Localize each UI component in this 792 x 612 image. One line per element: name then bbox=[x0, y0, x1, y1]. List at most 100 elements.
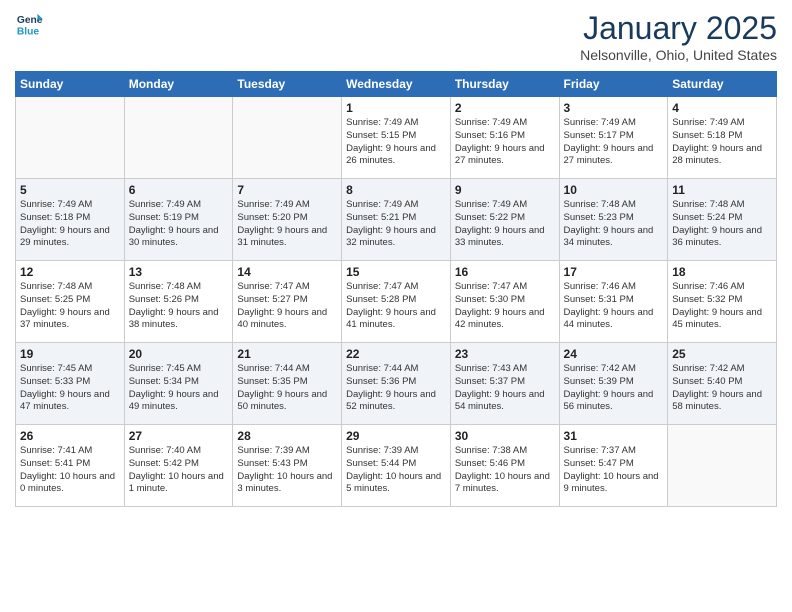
day-info: Sunrise: 7:40 AM Sunset: 5:42 PM Dayligh… bbox=[129, 445, 229, 496]
day-number: 6 bbox=[129, 183, 229, 197]
header-thursday: Thursday bbox=[450, 72, 559, 97]
calendar-row-3: 19 Sunrise: 7:45 AM Sunset: 5:33 PM Dayli… bbox=[16, 343, 777, 425]
calendar-header-row: Sunday Monday Tuesday Wednesday Thursday… bbox=[16, 72, 777, 97]
calendar-cell: 3Sunrise: 7:49 AM Sunset: 5:17 PM Daylig… bbox=[559, 97, 668, 179]
calendar-cell: 13 Sunrise: 7:48 AM Sunset: 5:26 PM Dayli… bbox=[124, 261, 233, 343]
day-info: Sunrise: 7:49 AM Sunset: 5:17 PM Dayligh… bbox=[564, 117, 664, 168]
calendar-cell: 29 Sunrise: 7:39 AM Sunset: 5:44 PM Dayli… bbox=[342, 425, 451, 507]
calendar-cell: 25 Sunrise: 7:42 AM Sunset: 5:40 PM Dayli… bbox=[668, 343, 777, 425]
day-number: 12 bbox=[20, 265, 120, 279]
calendar-cell: 30Sunrise: 7:38 AM Sunset: 5:46 PM Dayli… bbox=[450, 425, 559, 507]
logo-icon: General Blue bbox=[15, 10, 43, 38]
day-info: Sunrise: 7:47 AM Sunset: 5:27 PM Dayligh… bbox=[237, 281, 337, 332]
day-number: 24 bbox=[564, 347, 664, 361]
day-info: Sunrise: 7:49 AM Sunset: 5:20 PM Dayligh… bbox=[237, 199, 337, 250]
day-number: 17 bbox=[564, 265, 664, 279]
day-info: Sunrise: 7:48 AM Sunset: 5:24 PM Dayligh… bbox=[672, 199, 772, 250]
calendar-cell: 16 Sunrise: 7:47 AM Sunset: 5:30 PM Dayli… bbox=[450, 261, 559, 343]
day-info: Sunrise: 7:42 AM Sunset: 5:39 PM Dayligh… bbox=[564, 363, 664, 414]
day-info: Sunrise: 7:49 AM Sunset: 5:18 PM Dayligh… bbox=[20, 199, 120, 250]
calendar-cell: 9 Sunrise: 7:49 AM Sunset: 5:22 PM Daylig… bbox=[450, 179, 559, 261]
day-info: Sunrise: 7:41 AM Sunset: 5:41 PM Dayligh… bbox=[20, 445, 120, 496]
day-number: 5 bbox=[20, 183, 120, 197]
calendar-cell: 12 Sunrise: 7:48 AM Sunset: 5:25 PM Dayli… bbox=[16, 261, 125, 343]
calendar-cell: 10 Sunrise: 7:48 AM Sunset: 5:23 PM Dayli… bbox=[559, 179, 668, 261]
header-tuesday: Tuesday bbox=[233, 72, 342, 97]
day-number: 21 bbox=[237, 347, 337, 361]
day-number: 15 bbox=[346, 265, 446, 279]
day-number: 29 bbox=[346, 429, 446, 443]
day-number: 10 bbox=[564, 183, 664, 197]
day-info: Sunrise: 7:44 AM Sunset: 5:36 PM Dayligh… bbox=[346, 363, 446, 414]
day-info: Sunrise: 7:38 AM Sunset: 5:46 PM Dayligh… bbox=[455, 445, 555, 496]
calendar-row-0: 1Sunrise: 7:49 AM Sunset: 5:15 PM Daylig… bbox=[16, 97, 777, 179]
calendar-cell: 27 Sunrise: 7:40 AM Sunset: 5:42 PM Dayli… bbox=[124, 425, 233, 507]
calendar-cell: 5 Sunrise: 7:49 AM Sunset: 5:18 PM Daylig… bbox=[16, 179, 125, 261]
day-number: 31 bbox=[564, 429, 664, 443]
header-saturday: Saturday bbox=[668, 72, 777, 97]
calendar-cell: 14 Sunrise: 7:47 AM Sunset: 5:27 PM Dayli… bbox=[233, 261, 342, 343]
day-number: 19 bbox=[20, 347, 120, 361]
calendar-cell: 18Sunrise: 7:46 AM Sunset: 5:32 PM Dayli… bbox=[668, 261, 777, 343]
day-number: 2 bbox=[455, 101, 555, 115]
header-monday: Monday bbox=[124, 72, 233, 97]
day-info: Sunrise: 7:49 AM Sunset: 5:21 PM Dayligh… bbox=[346, 199, 446, 250]
calendar-cell: 7Sunrise: 7:49 AM Sunset: 5:20 PM Daylig… bbox=[233, 179, 342, 261]
day-number: 25 bbox=[672, 347, 772, 361]
calendar-cell: 31 Sunrise: 7:37 AM Sunset: 5:47 PM Dayli… bbox=[559, 425, 668, 507]
calendar-cell: 11 Sunrise: 7:48 AM Sunset: 5:24 PM Dayli… bbox=[668, 179, 777, 261]
calendar-cell: 22 Sunrise: 7:44 AM Sunset: 5:36 PM Dayli… bbox=[342, 343, 451, 425]
calendar-cell: 2 Sunrise: 7:49 AM Sunset: 5:16 PM Daylig… bbox=[450, 97, 559, 179]
day-info: Sunrise: 7:49 AM Sunset: 5:22 PM Dayligh… bbox=[455, 199, 555, 250]
calendar-row-2: 12 Sunrise: 7:48 AM Sunset: 5:25 PM Dayli… bbox=[16, 261, 777, 343]
calendar-cell bbox=[124, 97, 233, 179]
day-number: 26 bbox=[20, 429, 120, 443]
day-info: Sunrise: 7:47 AM Sunset: 5:30 PM Dayligh… bbox=[455, 281, 555, 332]
header-sunday: Sunday bbox=[16, 72, 125, 97]
day-info: Sunrise: 7:45 AM Sunset: 5:33 PM Dayligh… bbox=[20, 363, 120, 414]
day-info: Sunrise: 7:46 AM Sunset: 5:31 PM Dayligh… bbox=[564, 281, 664, 332]
calendar-cell: 24 Sunrise: 7:42 AM Sunset: 5:39 PM Dayli… bbox=[559, 343, 668, 425]
page: General Blue January 2025 Nelsonville, O… bbox=[0, 0, 792, 612]
day-info: Sunrise: 7:39 AM Sunset: 5:44 PM Dayligh… bbox=[346, 445, 446, 496]
header: General Blue January 2025 Nelsonville, O… bbox=[15, 10, 777, 63]
calendar-cell: 17 Sunrise: 7:46 AM Sunset: 5:31 PM Dayli… bbox=[559, 261, 668, 343]
day-info: Sunrise: 7:49 AM Sunset: 5:16 PM Dayligh… bbox=[455, 117, 555, 168]
day-info: Sunrise: 7:44 AM Sunset: 5:35 PM Dayligh… bbox=[237, 363, 337, 414]
day-info: Sunrise: 7:48 AM Sunset: 5:25 PM Dayligh… bbox=[20, 281, 120, 332]
calendar-cell bbox=[233, 97, 342, 179]
day-info: Sunrise: 7:47 AM Sunset: 5:28 PM Dayligh… bbox=[346, 281, 446, 332]
day-info: Sunrise: 7:37 AM Sunset: 5:47 PM Dayligh… bbox=[564, 445, 664, 496]
day-info: Sunrise: 7:49 AM Sunset: 5:15 PM Dayligh… bbox=[346, 117, 446, 168]
calendar-cell bbox=[16, 97, 125, 179]
day-number: 16 bbox=[455, 265, 555, 279]
calendar-cell: 28Sunrise: 7:39 AM Sunset: 5:43 PM Dayli… bbox=[233, 425, 342, 507]
calendar-cell: 4Sunrise: 7:49 AM Sunset: 5:18 PM Daylig… bbox=[668, 97, 777, 179]
day-number: 4 bbox=[672, 101, 772, 115]
day-number: 27 bbox=[129, 429, 229, 443]
calendar-cell bbox=[668, 425, 777, 507]
day-number: 23 bbox=[455, 347, 555, 361]
day-info: Sunrise: 7:42 AM Sunset: 5:40 PM Dayligh… bbox=[672, 363, 772, 414]
calendar-cell: 15 Sunrise: 7:47 AM Sunset: 5:28 PM Dayli… bbox=[342, 261, 451, 343]
location: Nelsonville, Ohio, United States bbox=[580, 47, 777, 63]
calendar: Sunday Monday Tuesday Wednesday Thursday… bbox=[15, 71, 777, 507]
day-info: Sunrise: 7:46 AM Sunset: 5:32 PM Dayligh… bbox=[672, 281, 772, 332]
header-wednesday: Wednesday bbox=[342, 72, 451, 97]
month-title: January 2025 bbox=[580, 10, 777, 47]
logo: General Blue bbox=[15, 10, 43, 38]
day-number: 22 bbox=[346, 347, 446, 361]
day-number: 14 bbox=[237, 265, 337, 279]
day-number: 11 bbox=[672, 183, 772, 197]
day-info: Sunrise: 7:48 AM Sunset: 5:26 PM Dayligh… bbox=[129, 281, 229, 332]
day-info: Sunrise: 7:48 AM Sunset: 5:23 PM Dayligh… bbox=[564, 199, 664, 250]
calendar-cell: 23 Sunrise: 7:43 AM Sunset: 5:37 PM Dayli… bbox=[450, 343, 559, 425]
header-friday: Friday bbox=[559, 72, 668, 97]
day-number: 9 bbox=[455, 183, 555, 197]
svg-text:Blue: Blue bbox=[17, 26, 40, 37]
day-number: 13 bbox=[129, 265, 229, 279]
calendar-cell: 19 Sunrise: 7:45 AM Sunset: 5:33 PM Dayli… bbox=[16, 343, 125, 425]
calendar-cell: 1Sunrise: 7:49 AM Sunset: 5:15 PM Daylig… bbox=[342, 97, 451, 179]
calendar-cell: 6Sunrise: 7:49 AM Sunset: 5:19 PM Daylig… bbox=[124, 179, 233, 261]
day-info: Sunrise: 7:43 AM Sunset: 5:37 PM Dayligh… bbox=[455, 363, 555, 414]
